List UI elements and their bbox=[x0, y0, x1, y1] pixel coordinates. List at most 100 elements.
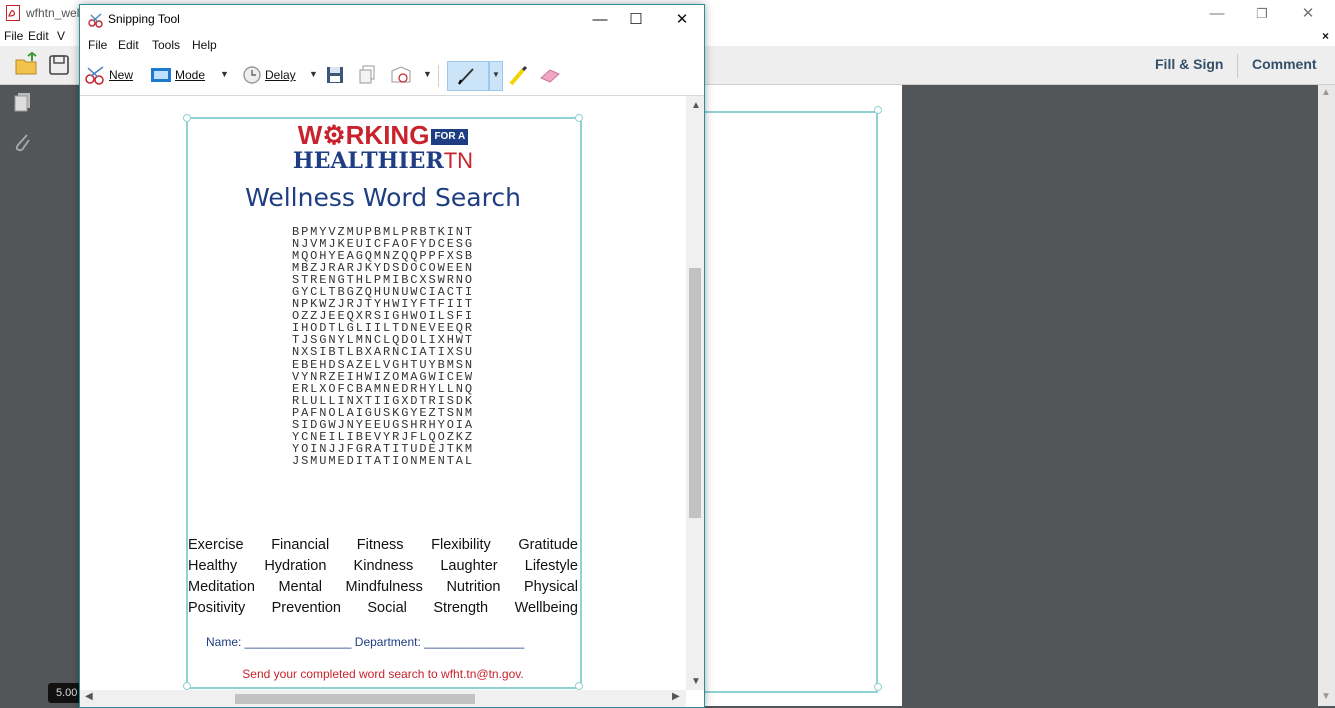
snip-toolbar: New Mode ▼ Delay ▼ ▼ ▼ bbox=[80, 55, 704, 96]
word-item: Hydration bbox=[264, 558, 327, 574]
word-item: Prevention bbox=[271, 600, 341, 616]
logo-gear: ⚙ bbox=[322, 120, 346, 150]
logo-tn: TN bbox=[443, 148, 474, 173]
delay-button-label: Delay bbox=[265, 68, 296, 82]
logo-rking: RKING bbox=[345, 120, 430, 150]
pen-dropdown-button[interactable]: ▼ bbox=[489, 61, 503, 91]
horizontal-scroll-thumb[interactable] bbox=[235, 694, 475, 704]
word-item: Exercise bbox=[188, 537, 244, 553]
grid-row: PAFNOLAIGUSKGYEZTSNM bbox=[291, 405, 475, 420]
word-item: Flexibility bbox=[431, 537, 491, 553]
paperclip-icon[interactable] bbox=[12, 131, 34, 153]
word-list-row: Positivity Prevention Social Strength We… bbox=[188, 600, 578, 621]
word-item: Mindfulness bbox=[345, 579, 423, 595]
copy-icon[interactable] bbox=[358, 65, 376, 85]
reader-menu-file[interactable]: File bbox=[4, 29, 23, 43]
scissors-icon bbox=[88, 13, 103, 28]
logo-w: W bbox=[297, 120, 323, 150]
save-snip-icon[interactable] bbox=[326, 66, 344, 84]
snip-close-button[interactable]: ✕ bbox=[662, 9, 702, 31]
reader-close-button[interactable]: ✕ bbox=[1293, 4, 1323, 24]
snip-vertical-scrollbar[interactable]: ▲ ▼ bbox=[686, 96, 704, 690]
send-icon[interactable] bbox=[390, 65, 412, 85]
new-snip-button[interactable]: New bbox=[84, 64, 133, 86]
scroll-up-arrow-icon[interactable]: ▲ bbox=[691, 100, 701, 111]
scroll-left-arrow-icon[interactable]: ◀ bbox=[85, 691, 93, 702]
reader-vertical-scrollbar[interactable]: ▲ ▼ bbox=[1318, 85, 1335, 706]
word-item: Kindness bbox=[353, 558, 414, 574]
toolbar-separator bbox=[438, 65, 439, 87]
comment-button[interactable]: Comment bbox=[1252, 56, 1317, 72]
pdf-icon bbox=[6, 5, 20, 21]
save-icon[interactable] bbox=[46, 52, 72, 78]
mode-button[interactable]: Mode bbox=[150, 64, 205, 86]
snip-maximize-button[interactable]: ☐ bbox=[616, 9, 656, 31]
scroll-down-arrow-icon[interactable]: ▼ bbox=[691, 676, 701, 687]
mode-button-label: Mode bbox=[175, 68, 206, 82]
reader-restore-button[interactable]: ❐ bbox=[1247, 4, 1277, 24]
reader-minimize-button[interactable]: — bbox=[1202, 4, 1232, 24]
frame-corner-dot bbox=[183, 682, 191, 690]
snip-menu-help[interactable]: Help bbox=[192, 38, 217, 52]
word-item: Fitness bbox=[356, 537, 404, 553]
name-department-fields: Name: ________________ Department: _____… bbox=[206, 635, 525, 649]
send-dropdown-arrow-icon[interactable]: ▼ bbox=[423, 69, 432, 79]
snip-horizontal-scrollbar[interactable]: ◀ ▶ bbox=[80, 690, 686, 707]
word-item: Financial bbox=[271, 537, 330, 553]
new-scissors-icon bbox=[85, 66, 104, 85]
highlighter-icon[interactable] bbox=[507, 65, 529, 87]
grid-row: JSMUMEDITATIONMENTAL bbox=[291, 453, 475, 468]
snip-titlebar: Snipping Tool — ☐ ✕ bbox=[80, 5, 704, 35]
snip-menu-file[interactable]: File bbox=[88, 38, 107, 52]
scroll-up-arrow-icon[interactable]: ▲ bbox=[1321, 87, 1331, 98]
new-button-label: New bbox=[109, 68, 134, 82]
delay-dropdown-arrow-icon[interactable]: ▼ bbox=[309, 69, 318, 79]
reader-menu-view[interactable]: V bbox=[57, 29, 65, 43]
snip-capture-canvas: W⚙RKING FOR A HEALTHIERTN Wellness Word S… bbox=[80, 96, 686, 690]
open-folder-icon[interactable] bbox=[14, 52, 40, 78]
reader-left-panel bbox=[0, 85, 44, 706]
pages-icon[interactable] bbox=[12, 91, 34, 113]
snip-window-title: Snipping Tool bbox=[108, 12, 180, 26]
grid-row: NXSIBTLBXARNCIATIXSU bbox=[291, 345, 475, 360]
pen-tool-button[interactable] bbox=[447, 61, 489, 91]
word-item: Healthy bbox=[188, 558, 238, 574]
letter-grid: BPMYVZMUPBMLPRBTKINT NJVMJKEUICFAOFYDCES… bbox=[80, 226, 686, 467]
pen-dropdown-arrow-icon: ▼ bbox=[492, 70, 500, 79]
delay-button[interactable]: Delay bbox=[242, 64, 296, 86]
word-item: Meditation bbox=[188, 579, 255, 595]
frame-corner-dot bbox=[874, 683, 882, 691]
frame-corner-dot bbox=[575, 682, 583, 690]
pdf-page: W⚙RKINGFOR A HEALTHIERTN Wellness Word S… bbox=[680, 85, 902, 706]
snip-menu-tools[interactable]: Tools bbox=[152, 38, 180, 52]
word-item: Physical bbox=[524, 579, 578, 595]
word-list-row: Meditation Mental Mindfulness Nutrition … bbox=[188, 579, 578, 600]
word-list-row: Healthy Hydration Kindness Laughter Life… bbox=[188, 558, 578, 579]
grid-row: EBEHDSAZELVGHTUYBMSN bbox=[291, 357, 475, 372]
vertical-scroll-thumb[interactable] bbox=[689, 268, 701, 518]
worksheet-title: Wellness Word Search bbox=[245, 183, 521, 212]
scroll-right-arrow-icon[interactable]: ▶ bbox=[672, 691, 680, 702]
reader-doc-close-button[interactable]: × bbox=[1322, 29, 1329, 43]
fill-sign-button[interactable]: Fill & Sign bbox=[1155, 56, 1223, 72]
grid-row: RLULLINXTIIGXDTRISDK bbox=[291, 393, 475, 408]
word-item: Gratitude bbox=[518, 537, 578, 553]
word-search-page: W⚙RKING FOR A HEALTHIERTN Wellness Word S… bbox=[80, 96, 686, 690]
submission-instructions: Send your completed word search to wfht.… bbox=[242, 667, 524, 681]
clock-icon bbox=[243, 66, 261, 84]
snip-menu-edit[interactable]: Edit bbox=[118, 38, 139, 52]
snip-minimize-button[interactable]: — bbox=[580, 9, 620, 31]
mode-dropdown-arrow-icon[interactable]: ▼ bbox=[220, 69, 229, 79]
word-item: Positivity bbox=[188, 600, 246, 616]
reader-menu-edit[interactable]: Edit bbox=[28, 29, 49, 43]
word-item: Nutrition bbox=[446, 579, 501, 595]
eraser-icon[interactable] bbox=[538, 66, 562, 84]
word-item: Wellbeing bbox=[514, 600, 578, 616]
grid-row: SIDGWJNYEEUGSHRHYOIA bbox=[291, 417, 475, 432]
pen-icon bbox=[458, 68, 474, 85]
word-item: Strength bbox=[433, 600, 489, 616]
scroll-down-arrow-icon[interactable]: ▼ bbox=[1321, 691, 1331, 702]
frame-corner-dot bbox=[874, 106, 882, 114]
toolbar-divider bbox=[1237, 54, 1238, 78]
grid-row: ERLXOFCBAMNEDRHYLLNQ bbox=[291, 381, 475, 396]
